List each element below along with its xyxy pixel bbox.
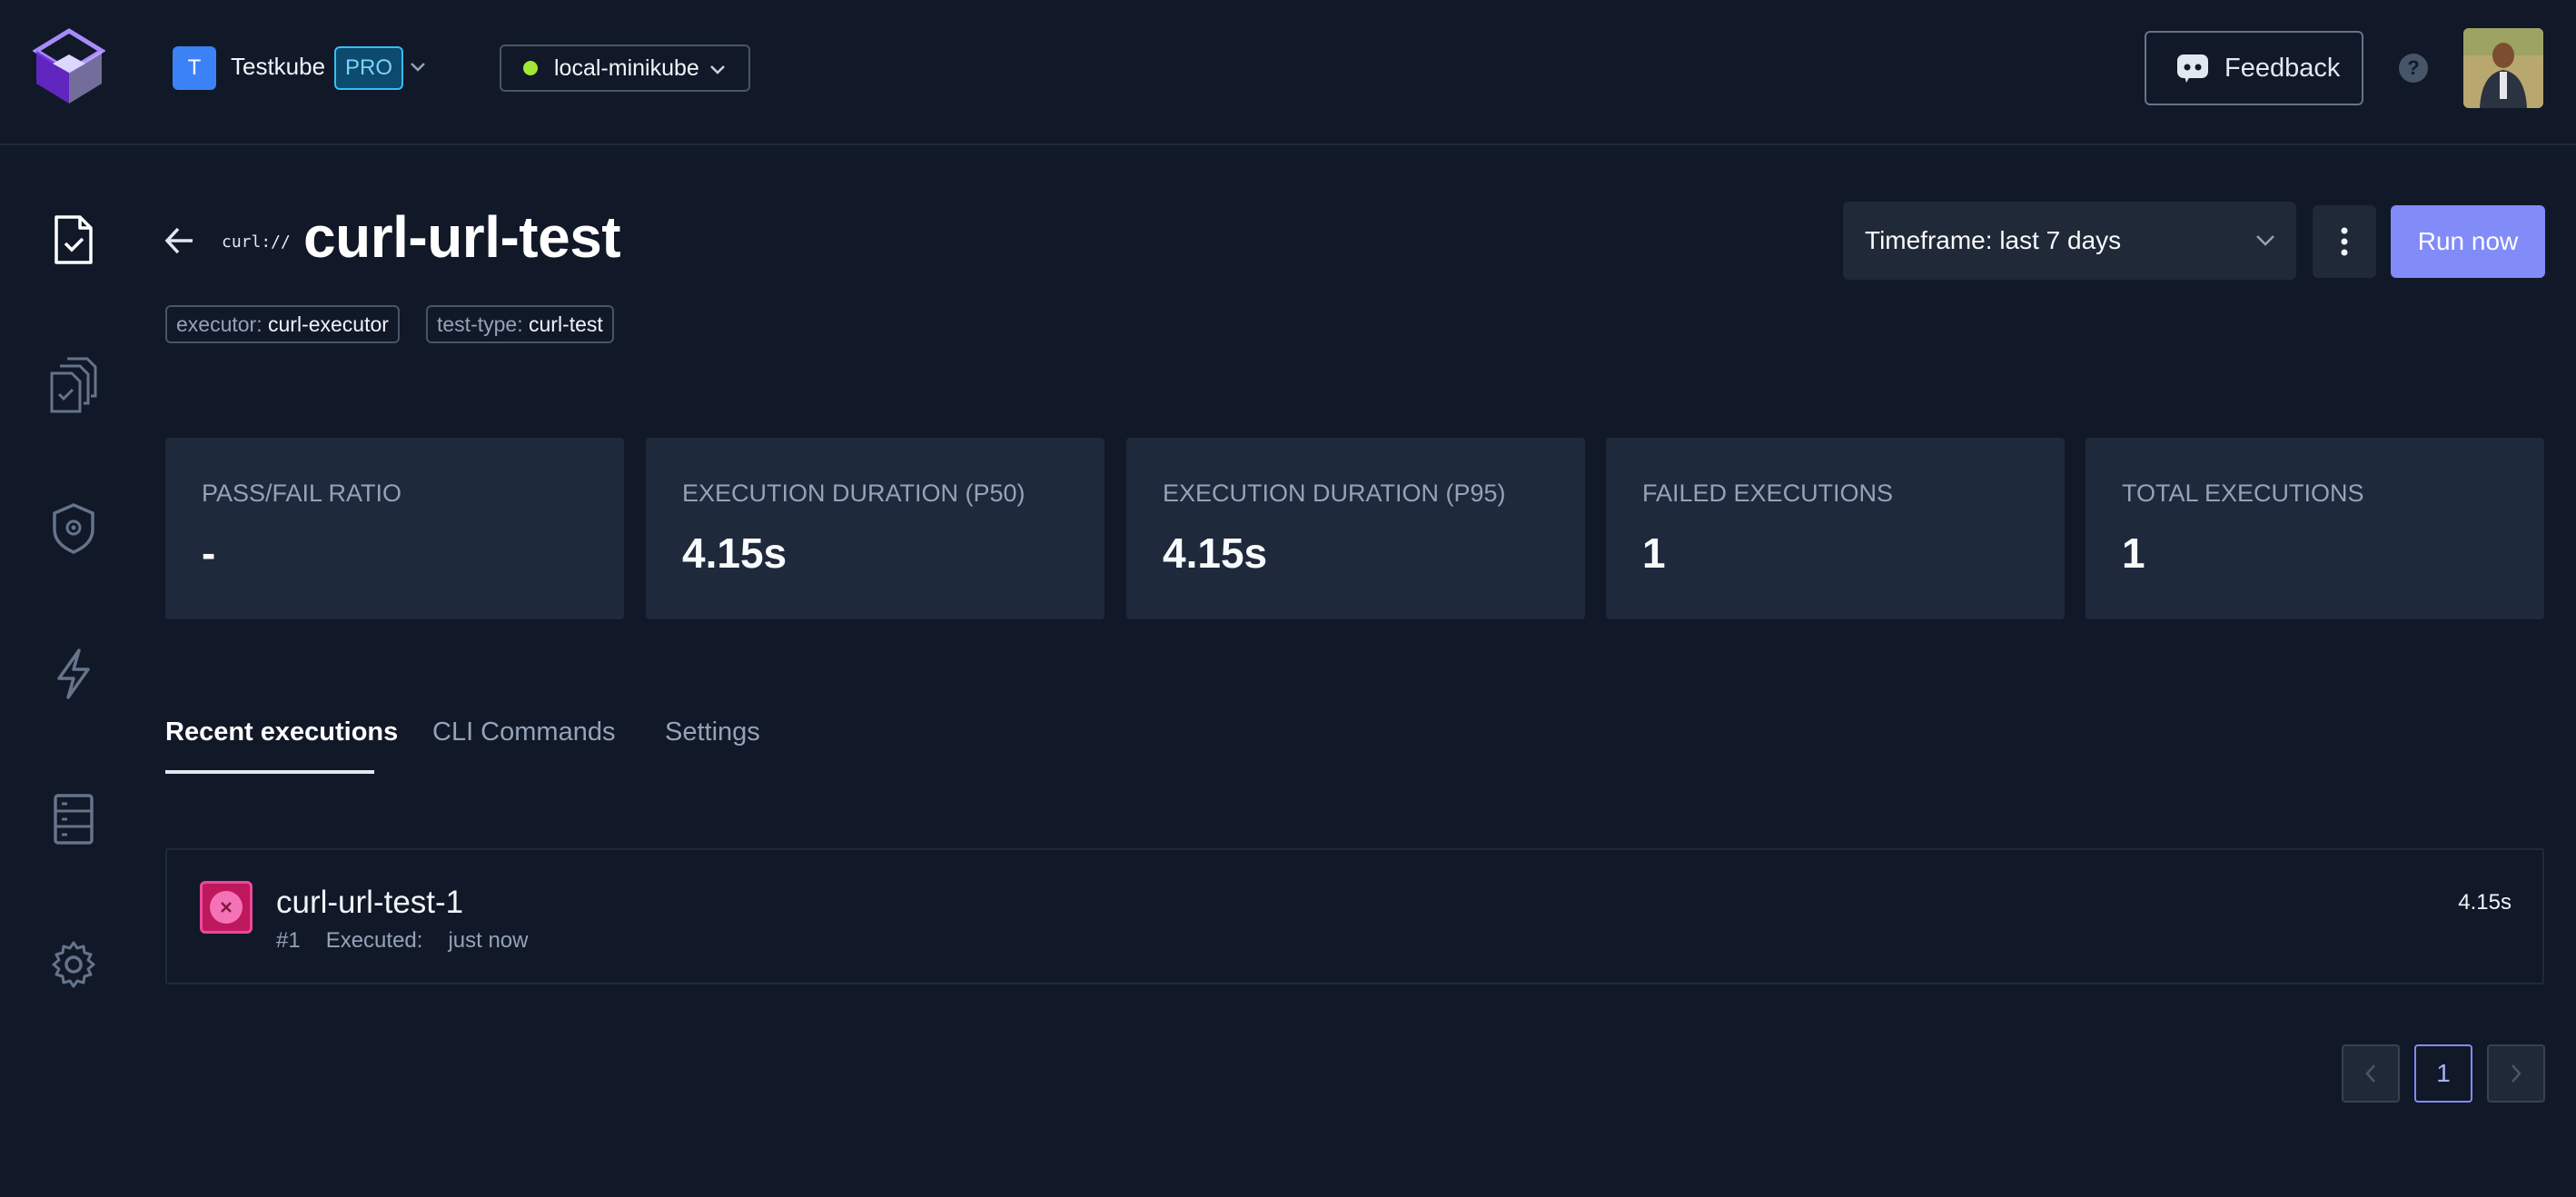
org-avatar[interactable]: T: [173, 46, 216, 90]
test-suites-icon: [50, 357, 97, 413]
chevron-down-icon[interactable]: [409, 58, 427, 76]
testkube-logo[interactable]: [33, 27, 105, 107]
metric-label: EXECUTION DURATION (P95): [1163, 480, 1506, 507]
execution-name: curl-url-test-1: [276, 885, 464, 920]
page-title: curl-url-test: [303, 204, 621, 270]
metric-value: 1: [1642, 529, 1666, 577]
sidebar: [0, 147, 145, 1197]
kebab-menu-icon: [2341, 227, 2348, 256]
metric-value: 1: [2122, 529, 2145, 577]
sidebar-item-settings[interactable]: [45, 932, 102, 997]
execution-number: #1: [276, 928, 301, 953]
sidebar-item-test-suites[interactable]: [45, 352, 102, 418]
label-chip-executor: executor: curl-executor: [165, 305, 400, 343]
failed-status-icon: [200, 881, 253, 934]
back-arrow-icon[interactable]: [163, 225, 196, 256]
user-photo-icon: [2463, 28, 2543, 108]
top-bar: T Testkube PRO local-minikube Feedback ?: [0, 0, 2576, 145]
label-chip-test-type: test-type: curl-test: [426, 305, 614, 343]
previous-page-button[interactable]: [2342, 1044, 2400, 1103]
tab-recent-executions[interactable]: Recent executions: [165, 717, 398, 747]
executors-icon: [53, 503, 94, 554]
metric-value: 4.15s: [682, 529, 788, 577]
chevron-down-icon: [710, 65, 725, 74]
metric-label: TOTAL EXECUTIONS: [2122, 480, 2364, 507]
next-page-button[interactable]: [2487, 1044, 2545, 1103]
executed-value: just now: [448, 928, 529, 953]
metric-card-duration-p50: EXECUTION DURATION (P50) 4.15s: [646, 438, 1105, 619]
label-value: curl-executor: [268, 312, 389, 336]
org-name[interactable]: Testkube: [231, 53, 325, 81]
environment-name: local-minikube: [554, 54, 699, 81]
metric-card-total-executions: TOTAL EXECUTIONS 1: [2086, 438, 2544, 619]
metric-card-pass-fail-ratio: PASS/FAIL RATIO -: [165, 438, 624, 619]
close-icon: [221, 902, 232, 913]
feedback-button[interactable]: Feedback: [2145, 31, 2363, 105]
timeframe-label: Timeframe: last 7 days: [1865, 226, 2122, 254]
app-root: T Testkube PRO local-minikube Feedback ?: [0, 0, 2576, 1197]
chevron-left-icon: [2365, 1064, 2375, 1083]
execution-duration: 4.15s: [2458, 890, 2512, 915]
metric-value: 4.15s: [1163, 529, 1268, 577]
test-file-icon: [54, 215, 93, 264]
tab-cli-commands[interactable]: CLI Commands: [432, 717, 615, 747]
feedback-label: Feedback: [2224, 53, 2341, 83]
execution-row[interactable]: curl-url-test-1 #1 Executed: just now 4.…: [165, 848, 2544, 984]
active-tab-indicator: [165, 770, 374, 774]
metric-value: -: [202, 529, 216, 577]
help-icon[interactable]: ?: [2399, 54, 2428, 83]
sidebar-item-tests[interactable]: [45, 207, 102, 272]
label-key: executor:: [176, 312, 263, 336]
curl-logo: curl://: [222, 232, 291, 252]
chevron-down-icon: [2256, 235, 2274, 246]
sidebar-item-triggers[interactable]: [45, 641, 102, 707]
metric-label: PASS/FAIL RATIO: [202, 480, 402, 507]
execution-meta: #1 Executed: just now: [276, 928, 528, 954]
metric-card-failed-executions: FAILED EXECUTIONS 1: [1606, 438, 2065, 619]
user-avatar[interactable]: [2463, 28, 2543, 108]
environment-select[interactable]: local-minikube: [500, 45, 750, 92]
metric-label: EXECUTION DURATION (P50): [682, 480, 1025, 507]
metric-label: FAILED EXECUTIONS: [1642, 480, 1894, 507]
timeframe-select[interactable]: Timeframe: last 7 days: [1843, 202, 2296, 280]
run-now-button[interactable]: Run now: [2391, 205, 2545, 278]
more-options-button[interactable]: [2313, 205, 2376, 278]
metric-card-duration-p95: EXECUTION DURATION (P95) 4.15s: [1126, 438, 1585, 619]
triggers-icon: [57, 648, 90, 699]
status-dot-icon: [523, 61, 538, 75]
label-value: curl-test: [529, 312, 603, 336]
tab-settings[interactable]: Settings: [665, 717, 760, 747]
sidebar-item-executors[interactable]: [45, 496, 102, 561]
sources-icon: [54, 794, 94, 845]
executed-label: Executed:: [325, 928, 423, 953]
sidebar-item-sources[interactable]: [45, 786, 102, 852]
page-number-button[interactable]: 1: [2414, 1044, 2472, 1103]
label-key: test-type:: [437, 312, 523, 336]
discord-icon: [2177, 54, 2208, 83]
settings-icon: [52, 941, 95, 988]
chevron-right-icon: [2512, 1064, 2522, 1083]
plan-badge: PRO: [334, 46, 404, 90]
